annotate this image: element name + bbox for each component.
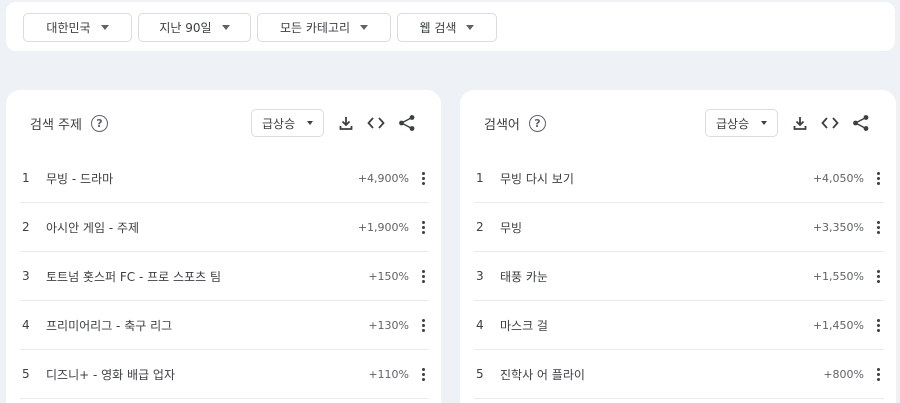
item-value: +1,550%	[812, 269, 864, 283]
item-value: +4,900%	[357, 171, 409, 185]
share-icon[interactable]	[398, 114, 416, 132]
download-icon[interactable]	[791, 114, 809, 132]
more-vert-icon[interactable]	[417, 315, 429, 335]
sort-select[interactable]: 급상승	[705, 109, 779, 137]
rank: 5	[22, 367, 30, 381]
dropdown-arrow-icon	[761, 121, 768, 125]
list-item[interactable]: 2 아시안 게임 - 주제 +1,900%	[20, 203, 429, 252]
help-circle-icon[interactable]: ?	[528, 115, 546, 132]
rank: 2	[476, 220, 484, 234]
dropdown-arrow-icon	[221, 25, 230, 30]
code-embed-icon[interactable]	[821, 114, 839, 132]
rank: 1	[22, 171, 30, 185]
more-vert-icon[interactable]	[872, 217, 884, 237]
item-value: +110%	[368, 367, 409, 381]
filter-bar: 대한민국 지난 90일 모든 카테고리 웹 검색	[6, 2, 895, 51]
sort-select[interactable]: 급상승	[251, 109, 325, 137]
more-vert-icon[interactable]	[872, 168, 884, 188]
dropdown-arrow-icon	[100, 25, 109, 30]
rank: 3	[22, 269, 30, 283]
more-vert-icon[interactable]	[872, 266, 884, 286]
filter-category-label: 모든 카테고리	[279, 21, 351, 35]
item-label[interactable]: 마스크 걸	[492, 317, 813, 334]
item-value: +800%	[823, 367, 864, 381]
filter-search-type-label: 웹 검색	[419, 21, 457, 35]
rank: 5	[476, 367, 484, 381]
item-value: +1,450%	[812, 318, 864, 332]
more-vert-icon[interactable]	[417, 364, 429, 384]
card-header: 검색어 ?	[484, 114, 546, 133]
item-value: +130%	[368, 318, 409, 332]
filter-period[interactable]: 지난 90일	[138, 13, 251, 42]
share-icon[interactable]	[852, 114, 870, 132]
item-value: +3,350%	[812, 220, 864, 234]
item-label[interactable]: 무빙	[492, 219, 813, 236]
filter-category[interactable]: 모든 카테고리	[257, 13, 391, 42]
related-queries-card: 검색어 ? 급상승 1 무빙 다시 보기 +4,050% 2 무빙 +3,350…	[460, 90, 896, 403]
sort-select-label: 급상승	[716, 116, 750, 131]
item-label[interactable]: 진학사 어 플라이	[492, 366, 823, 383]
rank: 3	[476, 269, 484, 283]
list-item[interactable]: 3 태풍 카눈 +1,550%	[474, 252, 884, 301]
card-header: 검색 주제 ?	[30, 114, 108, 133]
download-icon[interactable]	[337, 114, 355, 132]
list-item[interactable]: 1 무빙 다시 보기 +4,050%	[474, 154, 884, 203]
dropdown-arrow-icon	[466, 25, 475, 30]
dropdown-arrow-icon	[360, 25, 369, 30]
card-title: 검색어	[484, 118, 520, 133]
rank: 1	[476, 171, 484, 185]
list-item[interactable]: 4 마스크 걸 +1,450%	[474, 301, 884, 350]
filter-period-label: 지난 90일	[159, 21, 212, 35]
list-item[interactable]: 2 무빙 +3,350%	[474, 203, 884, 252]
help-circle-icon[interactable]: ?	[90, 115, 108, 132]
sort-select-label: 급상승	[262, 116, 296, 131]
code-embed-icon[interactable]	[367, 114, 385, 132]
list-item[interactable]: 1 무빙 - 드라마 +4,900%	[20, 154, 429, 203]
more-vert-icon[interactable]	[417, 217, 429, 237]
filter-region-label: 대한민국	[46, 21, 91, 35]
list-item[interactable]: 3 토트넘 홋스퍼 FC - 프로 스포츠 팀 +150%	[20, 252, 429, 301]
more-vert-icon[interactable]	[872, 315, 884, 335]
card-title: 검색 주제	[30, 118, 82, 133]
list-item[interactable]: 5 진학사 어 플라이 +800%	[474, 350, 884, 399]
dropdown-arrow-icon	[307, 121, 314, 125]
item-label[interactable]: 태풍 카눈	[492, 268, 813, 285]
rank: 4	[476, 318, 484, 332]
item-label[interactable]: 토트넘 홋스퍼 FC - 프로 스포츠 팀	[38, 268, 368, 285]
item-value: +150%	[368, 269, 409, 283]
item-label[interactable]: 무빙 - 드라마	[38, 170, 358, 187]
item-label[interactable]: 프리미어리그 - 축구 리그	[38, 317, 368, 334]
item-label[interactable]: 디즈니+ - 영화 배급 업자	[38, 366, 368, 383]
rank: 4	[22, 318, 30, 332]
list-item[interactable]: 4 프리미어리그 - 축구 리그 +130%	[20, 301, 429, 350]
item-label[interactable]: 무빙 다시 보기	[492, 170, 813, 187]
more-vert-icon[interactable]	[872, 364, 884, 384]
item-label[interactable]: 아시안 게임 - 주제	[38, 219, 358, 236]
list-item[interactable]: 5 디즈니+ - 영화 배급 업자 +110%	[20, 350, 429, 399]
more-vert-icon[interactable]	[417, 266, 429, 286]
filter-search-type[interactable]: 웹 검색	[397, 13, 497, 42]
related-topics-card: 검색 주제 ? 급상승 1 무빙 - 드라마 +4,900% 2 아시안 게임 …	[6, 90, 441, 403]
item-value: +1,900%	[357, 220, 409, 234]
item-value: +4,050%	[812, 171, 864, 185]
rank: 2	[22, 220, 30, 234]
filter-region[interactable]: 대한민국	[23, 13, 132, 42]
more-vert-icon[interactable]	[417, 168, 429, 188]
